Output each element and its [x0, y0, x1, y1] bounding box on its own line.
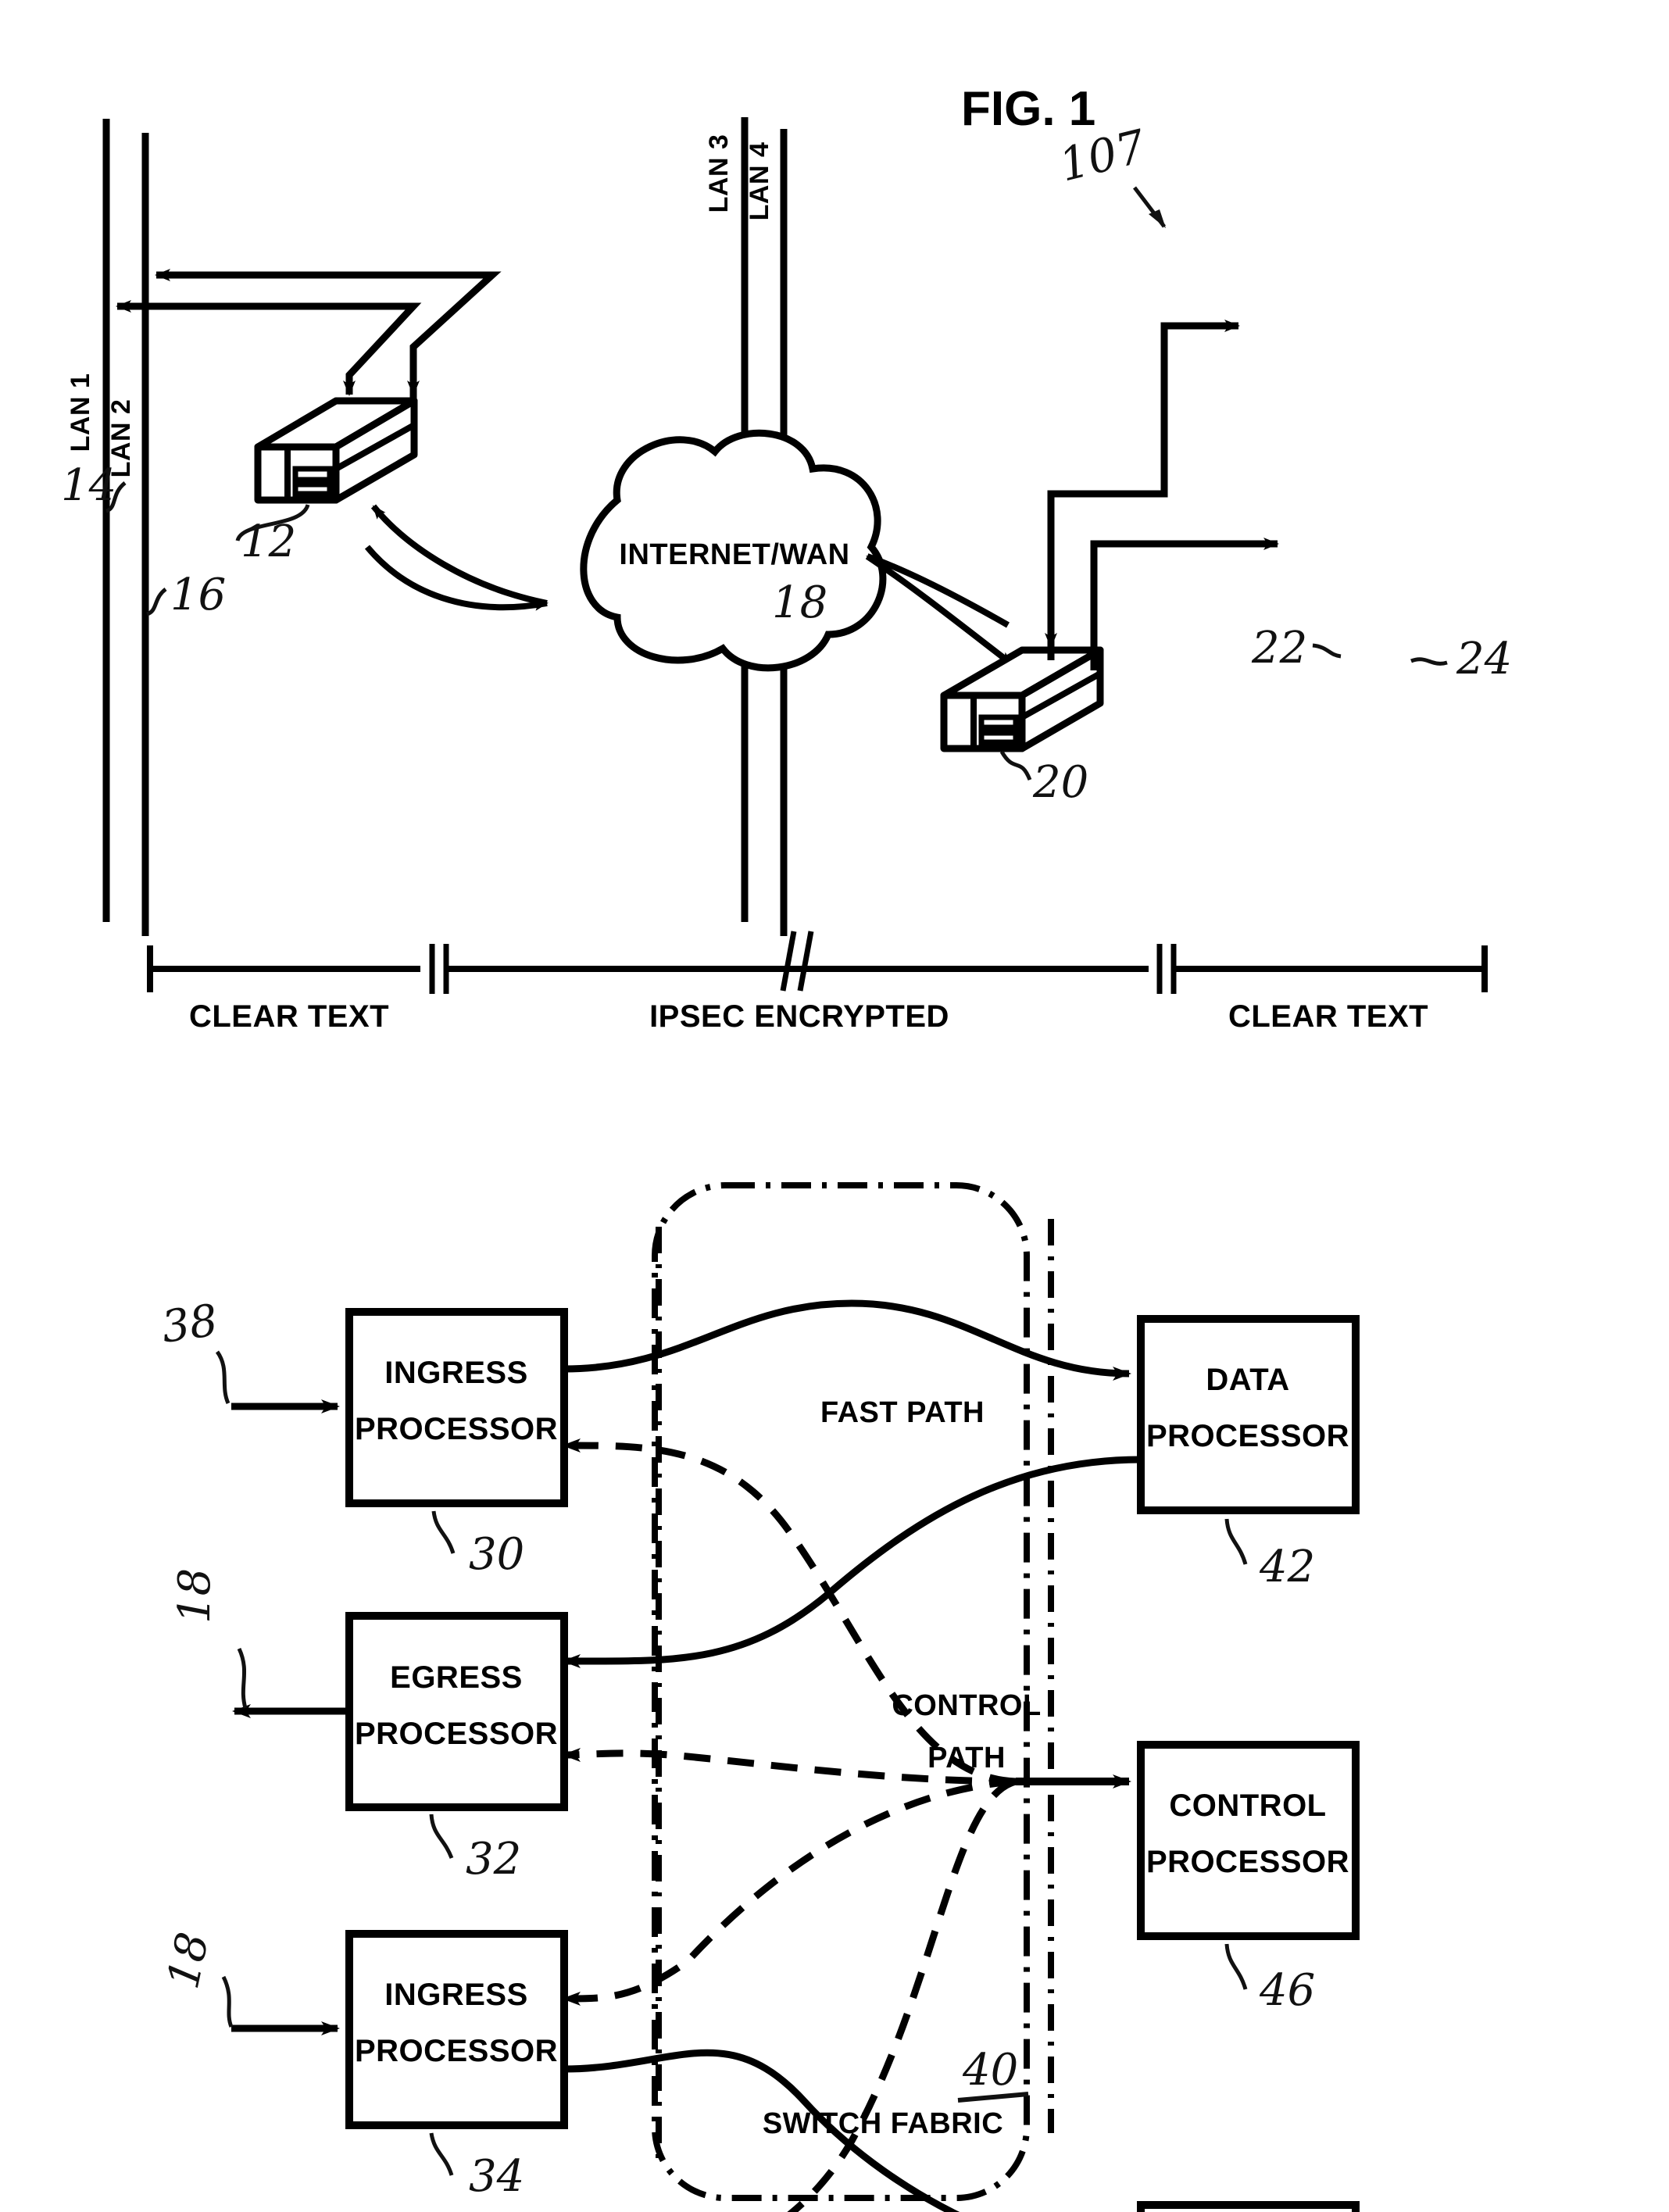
lan3-label: LAN 3 [704, 134, 734, 213]
numeral-46-leader [1224, 1943, 1248, 1990]
flow-router20-to-lan3 [1047, 367, 1168, 660]
box-label-line2: PROCESSOR [355, 1412, 558, 1446]
box-data-processor-2: DATA PROCESSOR [1137, 2201, 1360, 2212]
fast-path-label-top: FAST PATH [820, 1396, 985, 1429]
span-label-left: CLEAR TEXT [189, 999, 389, 1034]
numeral-32-leader [429, 1814, 454, 1859]
numeral-20: 20 [1032, 757, 1088, 808]
numeral-16-leader [145, 588, 167, 616]
box-label-line1: DATA [1206, 1363, 1289, 1397]
numeral-30: 30 [469, 1529, 524, 1580]
fig1-title: FIG. 1 [961, 82, 1095, 136]
numeral-38-ingress1: 38 [159, 1295, 221, 1353]
left-router-icon [254, 397, 418, 504]
numeral-22-leader [1312, 643, 1342, 659]
control-path-label-line2: PATH [927, 1742, 1006, 1774]
controlpath-to-ingress1 [562, 1438, 1017, 1785]
numeral-38-leader-a [215, 1350, 231, 1405]
numeral-20-leader [999, 750, 1032, 781]
box-label-line1: INGRESS [384, 1978, 528, 2012]
flow-router20-to-cloud [866, 553, 1010, 628]
box-control-processor: CONTROL PROCESSOR [1137, 1741, 1360, 1940]
box-data-processor-1: DATA PROCESSOR [1137, 1315, 1360, 1514]
right-router-icon [940, 646, 1104, 752]
box-label-line2: PROCESSOR [355, 2034, 558, 2068]
numeral-18-fig1: 18 [772, 577, 827, 628]
box-label-line2: PROCESSOR [1146, 1845, 1349, 1879]
numeral-14: 14 [61, 460, 116, 511]
lan4-label: LAN 4 [745, 142, 774, 221]
numeral-42: 42 [1259, 1542, 1315, 1592]
numeral-18-leader-b [221, 1975, 234, 2028]
numeral-34-leader [429, 2132, 454, 2176]
flow-cloud-to-router12 [370, 504, 548, 606]
numeral-46: 46 [1259, 1965, 1315, 2016]
numeral-34: 34 [469, 2151, 524, 2202]
box-label-line1: CONTROL [1169, 1789, 1326, 1823]
control-path-label-line1: CONTROL [892, 1689, 1041, 1722]
numeral-30-leader [431, 1510, 456, 1554]
numeral-24: 24 [1456, 634, 1512, 684]
box-label-line1: INGRESS [384, 1356, 528, 1390]
span-label-right: CLEAR TEXT [1228, 999, 1428, 1034]
flow-router20-to-lan3-head [1160, 320, 1240, 367]
cloud-label: INTERNET/WAN [619, 538, 849, 571]
flow-cloud-to-router20 [865, 553, 1014, 667]
numeral-40: 40 [962, 2045, 1018, 2096]
numeral-32: 32 [466, 1834, 521, 1885]
numeral-18-leader-a [237, 1647, 248, 1709]
box-egress-processor-1: EGRESS PROCESSOR [345, 1612, 568, 1811]
numeral-42-leader [1224, 1518, 1248, 1565]
numeral-16: 16 [170, 570, 226, 620]
switch-fabric-label: SWITCH FABRIC [763, 2107, 1003, 2140]
numeral-22: 22 [1251, 623, 1307, 674]
numeral-18-egress1: 18 [170, 1568, 220, 1624]
controlpath-to-egress2 [787, 1778, 1017, 2212]
fastpath-ingress1-to-data1 [563, 1299, 1131, 1381]
span-bar [147, 931, 1488, 994]
flow-router12-to-lan2 [316, 271, 502, 406]
figure-1: FIG. 1 LAN 1 LAN 2 LAN 3 LAN 4 INTERNET/… [61, 82, 1512, 1034]
box-label-line2: PROCESSOR [1146, 1419, 1349, 1453]
flow-router20-to-lan4 [1090, 540, 1227, 670]
numeral-18-ingress2: 18 [158, 1928, 219, 1993]
box-ingress-processor-1: INGRESS PROCESSOR [345, 1308, 568, 1507]
figure-2: INGRESS PROCESSOR EGRESS PROCESSOR INGRE… [158, 1182, 1360, 2212]
box-label-line2: PROCESSOR [355, 1717, 558, 1751]
lan1-label: LAN 1 [66, 373, 95, 452]
box-ingress-processor-2: INGRESS PROCESSOR [345, 1930, 568, 2129]
box-label-line1: EGRESS [390, 1660, 523, 1695]
patent-drawing-page: FIG. 1 LAN 1 LAN 2 LAN 3 LAN 4 INTERNET/… [0, 0, 1669, 2212]
numeral-24-leader [1410, 657, 1448, 666]
span-label-middle: IPSEC ENCRYPTED [649, 999, 949, 1034]
internet-wan-cloud: INTERNET/WAN [580, 429, 887, 672]
